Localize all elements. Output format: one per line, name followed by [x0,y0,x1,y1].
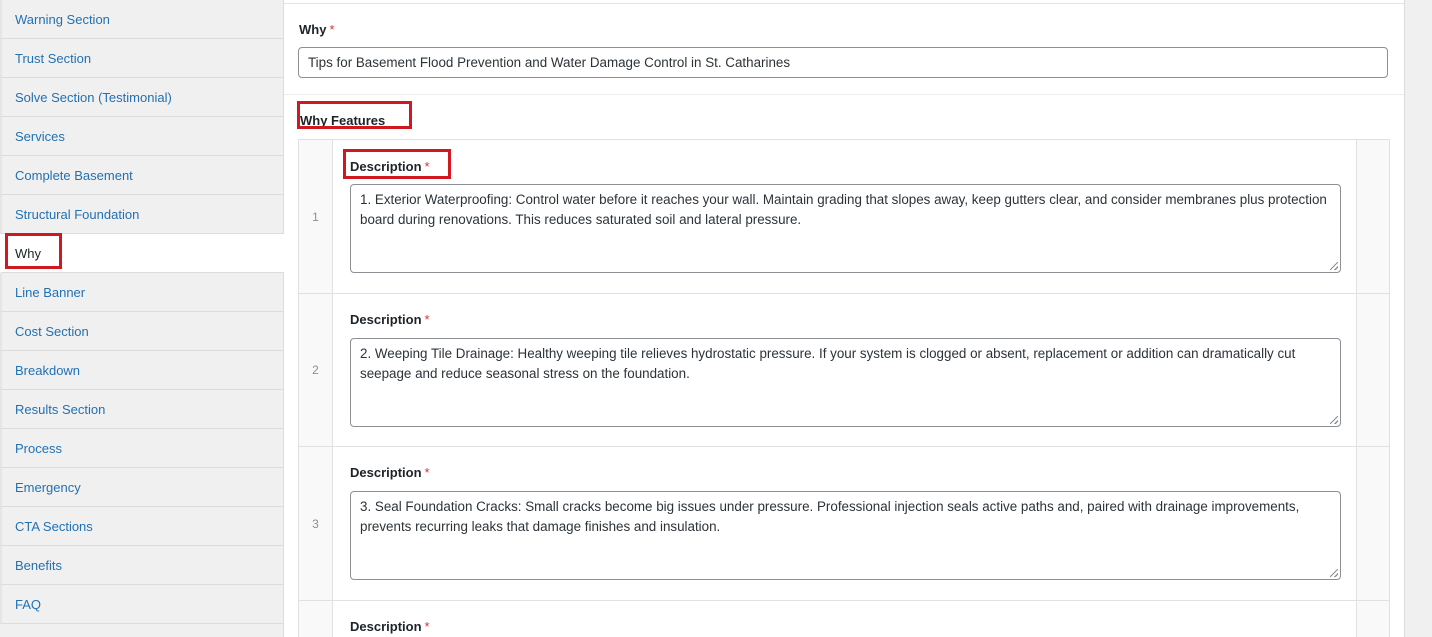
description-textarea[interactable]: 3. Seal Foundation Cracks: Small cracks … [350,491,1341,580]
sidebar-item-warning-section[interactable]: Warning Section [0,0,283,39]
sidebar-item-services[interactable]: Services [0,117,283,156]
repeater-row: Description * [299,601,1389,637]
sidebar-item-label: Breakdown [15,362,81,378]
sidebar-item-complete-basement[interactable]: Complete Basement [0,156,283,195]
sidebar-item-cost-section[interactable]: Cost Section [0,312,283,351]
description-value: 2. Weeping Tile Drainage: Healthy weepin… [360,346,1296,381]
section-tabs-sidebar: Warning Section Trust Section Solve Sect… [0,0,284,637]
sidebar-item-trust-section[interactable]: Trust Section [0,39,283,78]
sidebar-item-cta-sections[interactable]: CTA Sections [0,507,283,546]
sidebar-item-label: Structural Foundation [15,206,140,222]
sidebar-item-label: Solve Section (Testimonial) [15,89,172,105]
panel-top-border [284,0,1404,4]
row-actions[interactable] [1356,140,1389,293]
row-handle[interactable]: 1 [299,140,333,293]
sidebar-item-label: Cost Section [15,323,89,339]
why-input-value: Tips for Basement Flood Prevention and W… [308,55,791,70]
sidebar-item-process[interactable]: Process [0,429,283,468]
sidebar-item-structural-foundation[interactable]: Structural Foundation [0,195,283,234]
sidebar-item-benefits[interactable]: Benefits [0,546,283,585]
resize-grip-icon[interactable] [1330,569,1338,577]
sidebar-item-breakdown[interactable]: Breakdown [0,351,283,390]
description-textarea[interactable]: 2. Weeping Tile Drainage: Healthy weepin… [350,338,1341,427]
sidebar-item-label: Services [15,128,65,144]
row-actions[interactable] [1356,447,1389,600]
why-field-label: Why * [299,22,335,37]
sidebar-item-label: Warning Section [15,11,110,27]
sidebar-item-line-banner[interactable]: Line Banner [0,273,283,312]
description-label: Description * [350,465,430,480]
description-label-text: Description [350,619,422,634]
repeater-row: 1 Description * 1. Exterior Waterproofing… [299,140,1389,294]
sidebar-item-emergency[interactable]: Emergency [0,468,283,507]
admin-background-gutter [1405,0,1432,637]
repeater-row: 2 Description * 2. Weeping Tile Drainage:… [299,294,1389,447]
required-asterisk: * [424,619,430,634]
sidebar-item-label: Results Section [15,401,106,417]
editor-screen: Warning Section Trust Section Solve Sect… [0,0,1432,637]
required-asterisk: * [424,159,430,174]
why-features-label: Why Features [300,113,386,128]
description-label: Description * [350,312,430,327]
sidebar-item-label: Complete Basement [15,167,133,183]
required-asterisk: * [424,312,430,327]
sidebar-item-label: Line Banner [15,284,86,300]
description-textarea[interactable]: 1. Exterior Waterproofing: Control water… [350,184,1341,273]
sidebar-item-faq[interactable]: FAQ [0,585,283,624]
description-value: 1. Exterior Waterproofing: Control water… [360,192,1327,227]
row-actions[interactable] [1356,294,1389,446]
sidebar-item-why[interactable]: Why [0,233,284,273]
sidebar-item-label: CTA Sections [15,518,93,534]
sidebar-item-results-section[interactable]: Results Section [0,390,283,429]
description-label: Description * [350,159,430,174]
sidebar-item-label: Emergency [15,479,81,495]
required-asterisk: * [424,465,430,480]
sidebar-item-label: Process [15,440,62,456]
resize-grip-icon[interactable] [1330,262,1338,270]
why-features-repeater: 1 Description * 1. Exterior Waterproofing… [298,139,1390,637]
why-label-text: Why [299,22,327,37]
field-group-panel: Why * Tips for Basement Flood Prevention … [284,0,1405,637]
sidebar-item-solve-section[interactable]: Solve Section (Testimonial) [0,78,283,117]
description-label-text: Description [350,159,422,174]
row-actions[interactable] [1356,601,1389,637]
why-text-input[interactable]: Tips for Basement Flood Prevention and W… [298,47,1388,78]
sidebar-item-label: Why [15,245,41,261]
repeater-row: 3 Description * 3. Seal Foundation Cracks… [299,447,1389,601]
sidebar-item-label: Benefits [15,557,62,573]
sidebar-item-label: Trust Section [15,50,92,66]
field-divider [284,94,1404,95]
description-label-text: Description [350,465,422,480]
resize-grip-icon[interactable] [1330,416,1338,424]
sidebar-item-label: FAQ [15,596,42,612]
description-value: 3. Seal Foundation Cracks: Small cracks … [360,499,1300,534]
row-handle[interactable]: 2 [299,294,333,446]
description-label-text: Description [350,312,422,327]
row-handle[interactable]: 3 [299,447,333,600]
description-label: Description * [350,619,430,634]
row-handle[interactable] [299,601,333,637]
required-asterisk: * [329,22,335,37]
